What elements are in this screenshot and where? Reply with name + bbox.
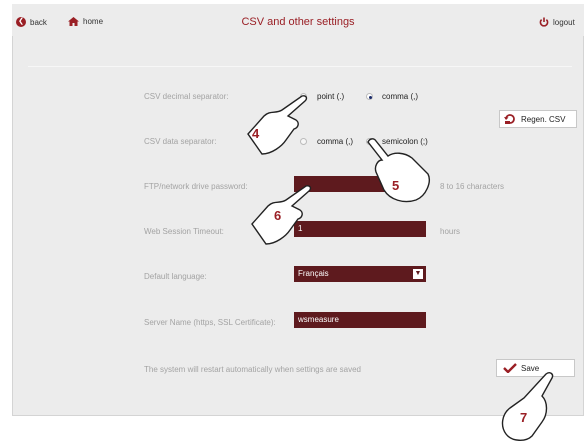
decimal-separator-label: CSV decimal separator: [144,92,229,101]
power-icon [539,17,549,27]
callout-6-hand: 6 [246,185,316,258]
ftp-password-hint: 8 to 16 characters [440,182,505,191]
dropdown-arrow-icon: ▼ [413,269,423,279]
callout-4-hand: 4 [242,95,312,168]
decimal-point-option[interactable]: point (.) [317,92,344,101]
language-label: Default language: [144,272,207,281]
ftp-password-label: FTP/network drive password: [144,182,248,191]
callout-4-number: 4 [252,126,260,141]
regen-csv-button[interactable]: Regen. CSV [499,110,577,128]
pointing-hand-icon [367,138,430,203]
pointing-hand-icon [501,372,554,441]
header-divider [28,66,572,67]
callout-6-number: 6 [274,208,282,223]
session-timeout-unit: hours [440,227,461,236]
data-separator-label: CSV data separator: [144,137,217,146]
language-value: Français [298,269,329,278]
decimal-comma-radio[interactable] [366,93,373,100]
top-bar: ❮ back home CSV and other settings logou… [12,4,584,36]
logout-link[interactable]: logout [539,17,575,27]
server-name-label: Server Name (https, SSL Certificate): [144,318,276,327]
regen-csv-label: Regen. CSV [521,114,566,124]
callout-5-hand: 5 [364,138,434,210]
callout-5-number: 5 [392,178,400,193]
regenerate-icon [504,114,515,124]
language-select[interactable]: Français ▼ [294,266,426,282]
callout-7-hand: 7 [498,372,558,446]
restart-note: The system will restart automatically wh… [144,365,361,374]
data-comma-option[interactable]: comma (,) [317,137,353,146]
logout-label: logout [553,17,575,27]
server-name-input[interactable]: wsmeasure [294,312,426,328]
callout-7-number: 7 [520,410,528,425]
session-timeout-label: Web Session Timeout: [144,227,224,236]
decimal-comma-option[interactable]: comma (,) [382,92,418,101]
page-title: CSV and other settings [241,16,355,28]
